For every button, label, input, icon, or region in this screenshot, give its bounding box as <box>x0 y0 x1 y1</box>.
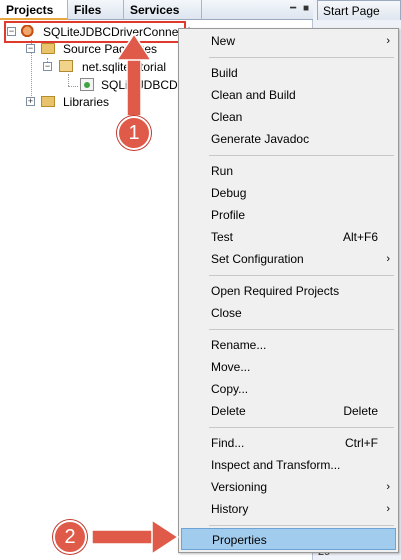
java-file-icon <box>80 78 94 91</box>
menu-item-debug[interactable]: Debug <box>181 182 396 204</box>
menu-item-build[interactable]: Build <box>181 62 396 84</box>
menu-item-run[interactable]: Run <box>181 160 396 182</box>
menu-separator <box>209 155 394 156</box>
menu-item-move-label: Move... <box>211 360 251 374</box>
menu-item-inspect-label: Inspect and Transform... <box>211 458 341 472</box>
tab-start-page[interactable]: Start Page <box>317 0 401 20</box>
menu-item-copy[interactable]: Copy... <box>181 378 396 400</box>
menu-item-versioning-label: Versioning <box>211 480 268 494</box>
menu-item-test[interactable]: Test Alt+F6 <box>181 226 396 248</box>
menu-item-debug-label: Debug <box>211 186 247 200</box>
submenu-arrow-icon: › <box>386 503 390 515</box>
panel-window-controls: ━ ■ <box>286 3 309 14</box>
tree-item-libraries[interactable]: + Libraries <box>0 93 178 111</box>
menu-item-test-label: Test <box>211 230 234 244</box>
test-shortcut: Alt+F6 <box>342 230 378 244</box>
menu-item-set-configuration[interactable]: Set Configuration › <box>181 248 396 270</box>
tab-services[interactable]: Services <box>124 0 202 20</box>
menu-separator <box>209 525 394 526</box>
menu-item-clean-label: Clean <box>211 110 243 124</box>
menu-item-find[interactable]: Find... Ctrl+F <box>181 432 396 454</box>
menu-item-properties[interactable]: Properties <box>181 528 396 550</box>
find-shortcut: Ctrl+F <box>345 436 378 450</box>
menu-item-generate-javadoc-label: Generate Javadoc <box>211 132 310 146</box>
java-file-label: SQLiteJDBCDriv <box>101 78 191 92</box>
project-context-menu: New › Build Clean and Build Clean Genera… <box>178 28 399 553</box>
step-1-badge: 1 <box>117 116 151 150</box>
menu-item-delete[interactable]: Delete Delete <box>181 400 396 422</box>
tab-services-label: Services <box>130 3 180 17</box>
menu-item-history[interactable]: History › <box>181 498 396 520</box>
menu-item-open-required-projects[interactable]: Open Required Projects <box>181 280 396 302</box>
menu-item-build-label: Build <box>211 66 238 80</box>
menu-item-new[interactable]: New › <box>181 30 396 52</box>
libraries-label: Libraries <box>63 95 110 109</box>
tree-item-java-file[interactable]: SQLiteJDBCDriv <box>0 76 190 94</box>
menu-item-close[interactable]: Close <box>181 302 396 324</box>
collapse-icon[interactable]: − <box>26 44 35 53</box>
menu-item-new-label: New <box>211 34 236 48</box>
menu-separator <box>209 275 394 276</box>
tab-files[interactable]: Files <box>68 0 124 20</box>
menu-item-history-label: History <box>211 502 249 516</box>
package-icon <box>59 60 73 72</box>
menu-item-run-label: Run <box>211 164 234 178</box>
menu-item-clean[interactable]: Clean <box>181 106 396 128</box>
tab-files-label: Files <box>74 3 102 17</box>
menu-item-profile[interactable]: Profile <box>181 204 396 226</box>
tab-projects-label: Projects <box>6 3 54 17</box>
menu-item-inspect-transform[interactable]: Inspect and Transform... <box>181 454 396 476</box>
submenu-arrow-icon: › <box>386 253 390 265</box>
submenu-arrow-icon: › <box>386 481 390 493</box>
menu-separator <box>209 329 394 330</box>
menu-item-clean-build-label: Clean and Build <box>211 88 296 102</box>
expand-icon[interactable]: + <box>26 97 35 106</box>
menu-item-move[interactable]: Move... <box>181 356 396 378</box>
menu-separator <box>209 57 394 58</box>
collapse-icon[interactable]: − <box>43 62 52 71</box>
menu-separator <box>209 427 394 428</box>
menu-item-versioning[interactable]: Versioning › <box>181 476 396 498</box>
menu-item-copy-label: Copy... <box>211 382 249 396</box>
menu-item-rename-label: Rename... <box>211 338 267 352</box>
menu-item-properties-label: Properties <box>212 533 267 547</box>
menu-item-rename[interactable]: Rename... <box>181 334 396 356</box>
minimize-icon[interactable]: ━ <box>290 3 296 14</box>
menu-item-delete-label: Delete <box>211 404 246 418</box>
menu-item-clean-build[interactable]: Clean and Build <box>181 84 396 106</box>
menu-item-close-label: Close <box>211 306 242 320</box>
close-icon[interactable]: ■ <box>303 3 309 14</box>
package-label: net.sqlitetutorial <box>82 60 167 74</box>
tab-projects[interactable]: Projects <box>0 0 68 20</box>
submenu-arrow-icon: › <box>386 35 390 47</box>
menu-item-open-required-label: Open Required Projects <box>211 284 340 298</box>
menu-item-set-configuration-label: Set Configuration <box>211 252 304 266</box>
panel-tabbar: Projects Files Services ━ ■ <box>0 0 313 20</box>
tree-item-package[interactable]: − net.sqlitetutorial <box>0 58 178 76</box>
menu-item-find-label: Find... <box>211 436 245 450</box>
tab-start-page-label: Start Page <box>323 4 380 18</box>
menu-item-generate-javadoc[interactable]: Generate Javadoc <box>181 128 396 150</box>
menu-item-profile-label: Profile <box>211 208 246 222</box>
libraries-icon <box>41 96 55 107</box>
delete-shortcut: Delete <box>343 404 378 418</box>
source-folder-icon <box>41 43 55 54</box>
project-highlight-box <box>4 21 186 43</box>
step-2-badge: 2 <box>53 520 87 554</box>
